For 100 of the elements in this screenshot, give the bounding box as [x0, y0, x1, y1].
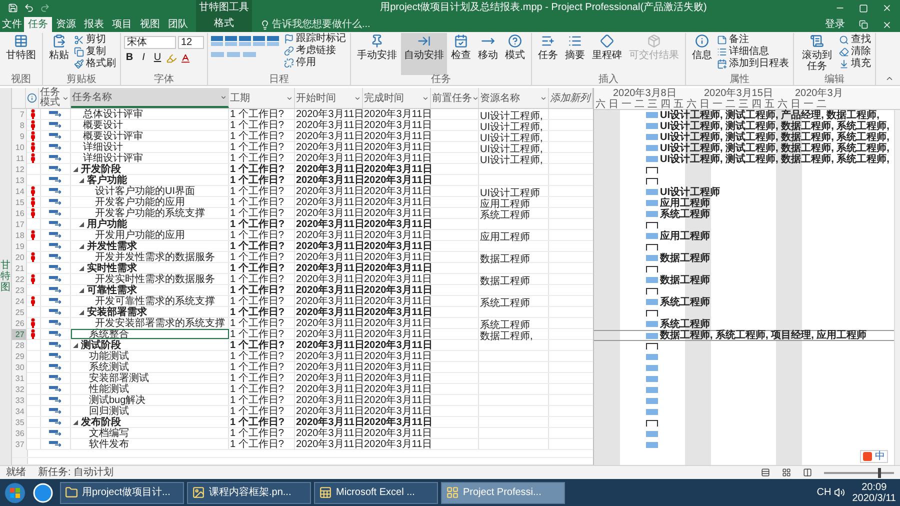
start-orb-icon[interactable] — [4, 482, 26, 504]
row-number[interactable]: 23 — [12, 285, 28, 296]
ribbon-button[interactable]: 手动安排 — [354, 33, 400, 75]
menu-tab[interactable]: 项目 — [108, 17, 136, 32]
row-number[interactable]: 16 — [12, 208, 28, 219]
taskbar-button[interactable]: Project Professi... — [441, 482, 565, 504]
menu-tab[interactable]: 报表 — [80, 17, 108, 32]
row-number[interactable]: 32 — [12, 384, 28, 395]
row-number[interactable]: 26 — [12, 318, 28, 329]
row-number[interactable]: 25 — [12, 307, 28, 318]
ribbon-button[interactable]: 填充 — [838, 58, 872, 70]
ribbon-button[interactable]: 甘特图 — [3, 33, 39, 75]
taskbar-button[interactable]: 课程内容框架.pn... — [187, 482, 311, 504]
ribbon-button[interactable]: 备注 — [716, 34, 790, 46]
menu-tab[interactable]: 资源 — [52, 17, 80, 32]
task-bar[interactable] — [646, 332, 658, 338]
row-number[interactable]: 7 — [12, 109, 28, 120]
collapse-triangle-icon[interactable] — [79, 266, 84, 270]
row-number[interactable]: 10 — [12, 142, 28, 153]
maximize-icon[interactable] — [859, 4, 868, 12]
new-task-mode[interactable]: 新任务: 自动计划 — [38, 465, 114, 480]
font-style-button[interactable]: U — [152, 52, 163, 64]
collapse-triangle-icon[interactable] — [73, 166, 78, 172]
menu-tab[interactable]: 文件 — [0, 17, 24, 32]
ribbon-button[interactable]: 移动 — [475, 33, 501, 75]
font-size-field[interactable]: 12 — [178, 36, 204, 49]
menu-tab[interactable]: 任务 — [24, 17, 52, 32]
column-header[interactable]: 任务名称 — [71, 88, 229, 108]
app-icon[interactable] — [33, 482, 53, 502]
gantt-view-icon[interactable] — [761, 468, 770, 477]
ribbon-button[interactable]: 格式刷 — [73, 58, 117, 70]
progress-icon[interactable] — [239, 36, 251, 46]
ribbon-button[interactable]: 清除 — [838, 46, 872, 58]
collapse-icon[interactable] — [885, 74, 894, 83]
ribbon-button[interactable]: 查找 — [838, 34, 872, 46]
font-style-button[interactable]: I — [138, 52, 149, 64]
close-icon[interactable] — [882, 20, 892, 30]
column-header[interactable]: 工期 — [229, 88, 295, 108]
row-number[interactable]: 18 — [12, 230, 28, 241]
ribbon-button[interactable]: 里程碑 — [589, 33, 625, 75]
row-number[interactable]: 11 — [12, 153, 28, 164]
row-number[interactable]: 17 — [12, 219, 28, 230]
progress-icon[interactable] — [267, 36, 279, 46]
vertical-scrollbar[interactable] — [894, 110, 900, 465]
row-number[interactable]: 12 — [12, 164, 28, 175]
row-number[interactable]: 34 — [12, 406, 28, 417]
row-number[interactable]: 29 — [12, 351, 28, 362]
taskbar-button[interactable]: Microsoft Excel ... — [314, 482, 438, 504]
column-header[interactable]: 开始时间 — [295, 88, 363, 108]
font-color-icon[interactable] — [180, 52, 191, 64]
zoom-thumb[interactable] — [878, 468, 881, 478]
ribbon-button[interactable]: 复制 — [73, 46, 117, 58]
collapse-triangle-icon[interactable] — [79, 244, 84, 248]
progress-icon[interactable] — [253, 36, 265, 46]
ribbon-button[interactable]: 跟踪时标记 — [283, 33, 347, 45]
tell-me-field[interactable]: 告诉我您想要做什么... — [260, 17, 402, 32]
row-number[interactable]: 31 — [12, 373, 28, 384]
row-number[interactable]: 22 — [12, 274, 28, 285]
row-number[interactable]: 19 — [12, 241, 28, 252]
language-indicator[interactable]: CH — [816, 485, 832, 500]
ribbon-button[interactable]: 滚动到任务 — [797, 33, 837, 75]
restore-icon[interactable] — [859, 20, 868, 29]
row-number[interactable]: 14 — [12, 186, 28, 197]
column-header[interactable]: 添加新列 — [549, 88, 593, 108]
collapse-triangle-icon[interactable] — [79, 222, 84, 226]
progress-icon[interactable] — [225, 36, 237, 46]
row-number[interactable]: 8 — [12, 120, 28, 131]
columns-view-icon[interactable] — [803, 468, 812, 477]
row-number[interactable]: 21 — [12, 263, 28, 274]
row-number[interactable]: 33 — [12, 395, 28, 406]
save-icon[interactable] — [8, 3, 18, 13]
row-number[interactable]: 24 — [12, 296, 28, 307]
collapse-triangle-icon[interactable] — [73, 420, 78, 424]
ime-mode[interactable]: 中 — [875, 450, 885, 462]
ribbon-button[interactable]: 摘要 — [562, 33, 588, 75]
ribbon-button[interactable]: 详细信息 — [716, 46, 790, 58]
row-number[interactable]: 9 — [12, 131, 28, 142]
menu-tab[interactable]: 团队 — [164, 17, 192, 32]
collapse-triangle-icon[interactable] — [79, 288, 84, 292]
ribbon-button[interactable]: 粘贴 — [46, 33, 72, 75]
ribbon-button[interactable]: 任务 — [535, 33, 561, 75]
row-number[interactable]: 13 — [12, 175, 28, 186]
collapse-triangle-icon[interactable] — [79, 310, 84, 314]
column-header[interactable]: 资源名称 — [479, 88, 549, 108]
ribbon-button[interactable]: 剪切 — [73, 34, 117, 46]
highlighter-icon[interactable] — [166, 52, 177, 64]
font-style-button[interactable]: B — [124, 52, 135, 64]
ribbon-button[interactable]: 添加到日程表 — [716, 58, 790, 70]
row-number[interactable]: 36 — [12, 428, 28, 439]
ribbon-button[interactable]: 考虑链接 — [283, 45, 347, 57]
menu-tab[interactable]: 格式 — [196, 16, 252, 32]
progress-icon[interactable] — [211, 36, 223, 46]
ribbon-button[interactable]: 检查 — [448, 33, 474, 75]
sign-in-link[interactable]: 登录 — [825, 17, 845, 32]
font-name-field[interactable]: 宋体 — [124, 36, 176, 49]
column-header[interactable]: 完成时间 — [363, 88, 431, 108]
collapse-triangle-icon[interactable] — [73, 342, 78, 348]
ribbon-button[interactable]: 信息 — [689, 33, 715, 75]
menu-tab[interactable]: 视图 — [136, 17, 164, 32]
ribbon-button[interactable]: 自动安排 — [401, 33, 447, 75]
